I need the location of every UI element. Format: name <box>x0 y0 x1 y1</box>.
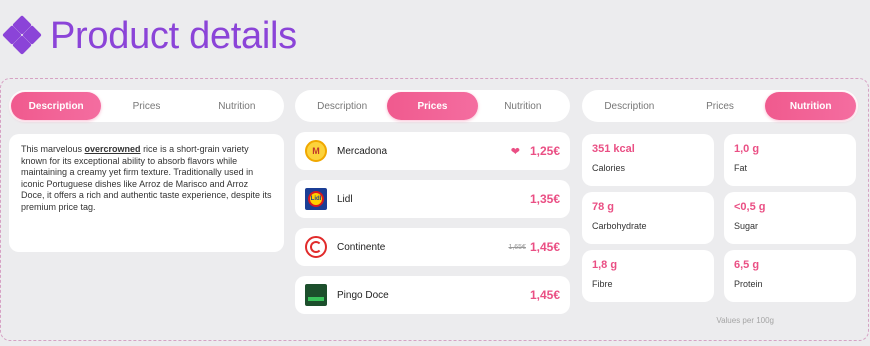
brand-diamond-icon <box>2 15 42 56</box>
prices-panel: Description Prices Nutrition M Mercadona… <box>295 90 570 314</box>
nutrition-label: Sugar <box>734 221 759 231</box>
nutrition-value: 6,5 g <box>734 259 760 271</box>
nutrition-label: Fat <box>734 163 748 173</box>
lidl-logo: Lidl <box>305 188 327 210</box>
nutrition-card-carbohydrate: 78 g Carbohydrate <box>582 192 714 244</box>
nutrition-label: Calories <box>592 163 626 173</box>
tab-bar: Description Prices Nutrition <box>9 90 284 122</box>
store-name: Pingo Doce <box>337 289 389 301</box>
tab-prices[interactable]: Prices <box>675 92 766 120</box>
tab-prices[interactable]: Prices <box>101 92 191 120</box>
store-price: 1,25€ <box>529 144 560 158</box>
nutrition-card-calories: 351 kcal Calories <box>582 134 714 186</box>
header: Product details <box>2 10 297 62</box>
page-title: Product details <box>50 14 297 57</box>
nutrition-card-fat: 1,0 g Fat <box>724 134 856 186</box>
nutrition-panel: Description Prices Nutrition 351 kcal Ca… <box>582 90 858 302</box>
store-row-pingo-doce[interactable]: Pingo Doce 1,45€ <box>295 276 570 314</box>
tab-description[interactable]: Description <box>11 92 102 120</box>
store-price: 1,45€ <box>529 240 560 254</box>
description-text: This marvelous overcrowned rice is a sho… <box>9 134 284 252</box>
tab-nutrition[interactable]: Nutrition <box>765 92 857 120</box>
store-row-continente[interactable]: Continente 1,65€ 1,45€ <box>295 228 570 266</box>
nutrition-value: 1,0 g <box>734 143 760 155</box>
store-name: Mercadona <box>337 145 388 157</box>
description-part: This marvelous <box>21 144 85 154</box>
nutrition-grid: 351 kcal Calories 1,0 g Fat 78 g Carbohy… <box>582 134 858 302</box>
nutrition-card-protein: 6,5 g Protein <box>724 250 856 302</box>
description-part: rice is a short-grain variety known for … <box>21 144 272 212</box>
nutrition-card-fibre: 1,8 g Fibre <box>582 250 714 302</box>
mercadona-logo: M <box>305 140 327 162</box>
nutrition-label: Carbohydrate <box>592 221 647 231</box>
store-name: Lidl <box>337 193 353 205</box>
nutrition-value: <0,5 g <box>734 201 766 213</box>
tab-prices[interactable]: Prices <box>387 92 478 120</box>
nutrition-card-sugar: <0,5 g Sugar <box>724 192 856 244</box>
store-name: Continente <box>337 241 386 253</box>
store-price: 1,35€ <box>529 192 560 206</box>
tab-bar: Description Prices Nutrition <box>295 90 570 122</box>
nutrition-note: Values per 100g <box>716 316 774 325</box>
old-price: 1,65€ <box>508 243 526 251</box>
tab-nutrition[interactable]: Nutrition <box>192 92 282 120</box>
nutrition-label: Protein <box>734 279 763 289</box>
favorite-icon: ❤ <box>510 145 520 158</box>
description-highlight: overcrowned <box>84 144 141 154</box>
tab-description[interactable]: Description <box>297 92 387 120</box>
nutrition-value: 78 g <box>592 201 615 213</box>
description-panel: Description Prices Nutrition This marvel… <box>9 90 284 252</box>
store-row-mercadona[interactable]: M Mercadona ❤ 1,25€ <box>295 132 570 170</box>
tab-description[interactable]: Description <box>584 92 675 120</box>
tab-bar: Description Prices Nutrition <box>582 90 858 122</box>
nutrition-value: 351 kcal <box>592 143 635 155</box>
nutrition-label: Fibre <box>592 279 613 289</box>
nutrition-value: 1,8 g <box>592 259 618 271</box>
store-row-lidl[interactable]: Lidl Lidl 1,35€ <box>295 180 570 218</box>
store-price: 1,45€ <box>529 288 560 302</box>
tab-nutrition[interactable]: Nutrition <box>478 92 568 120</box>
pingo-doce-logo <box>305 284 327 306</box>
continente-logo <box>305 236 327 258</box>
